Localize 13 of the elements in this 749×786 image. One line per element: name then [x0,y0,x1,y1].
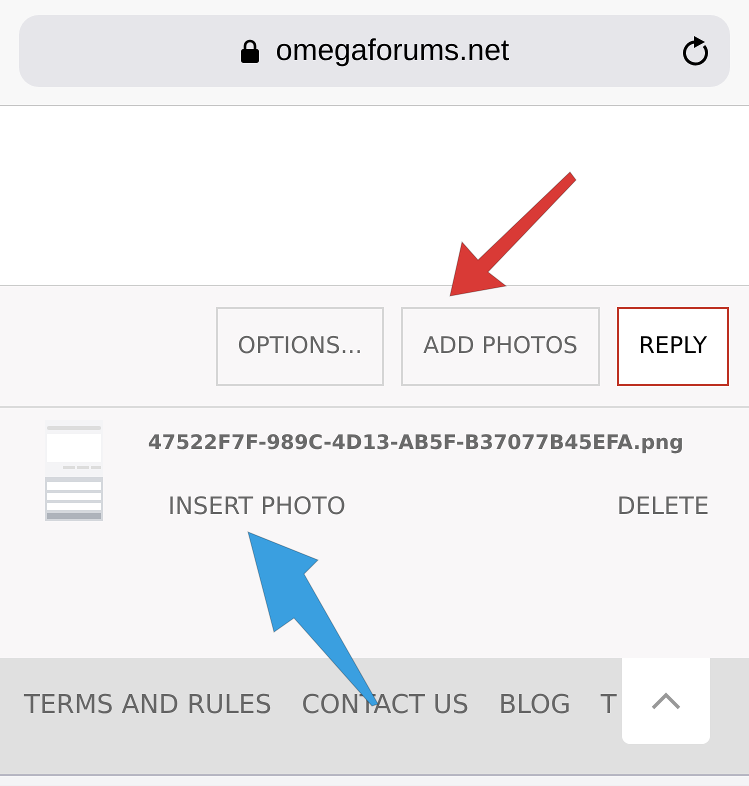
footer-link[interactable]: TERMS AND RULES [24,690,272,720]
footer-link[interactable]: BLOG [498,690,571,720]
footer-link[interactable]: T [600,690,617,720]
footer-link[interactable]: CONTACT US [302,690,469,720]
button[interactable]: OPTIONS... [216,306,384,386]
insert-photo-link[interactable]: INSERT PHOTO [168,492,346,520]
address-bar[interactable]: omegaforums.net [19,15,730,87]
url-text: omegaforums.net [276,34,510,68]
chevron-up-icon [651,692,681,710]
delete-link[interactable]: DELETE [616,492,709,520]
file-name: 47522F7F-989C-4D13-AB5F-B37077B45EFA.png [148,430,685,454]
button[interactable]: REPLY [616,306,729,386]
button[interactable]: ADD PHOTOS [401,306,600,386]
